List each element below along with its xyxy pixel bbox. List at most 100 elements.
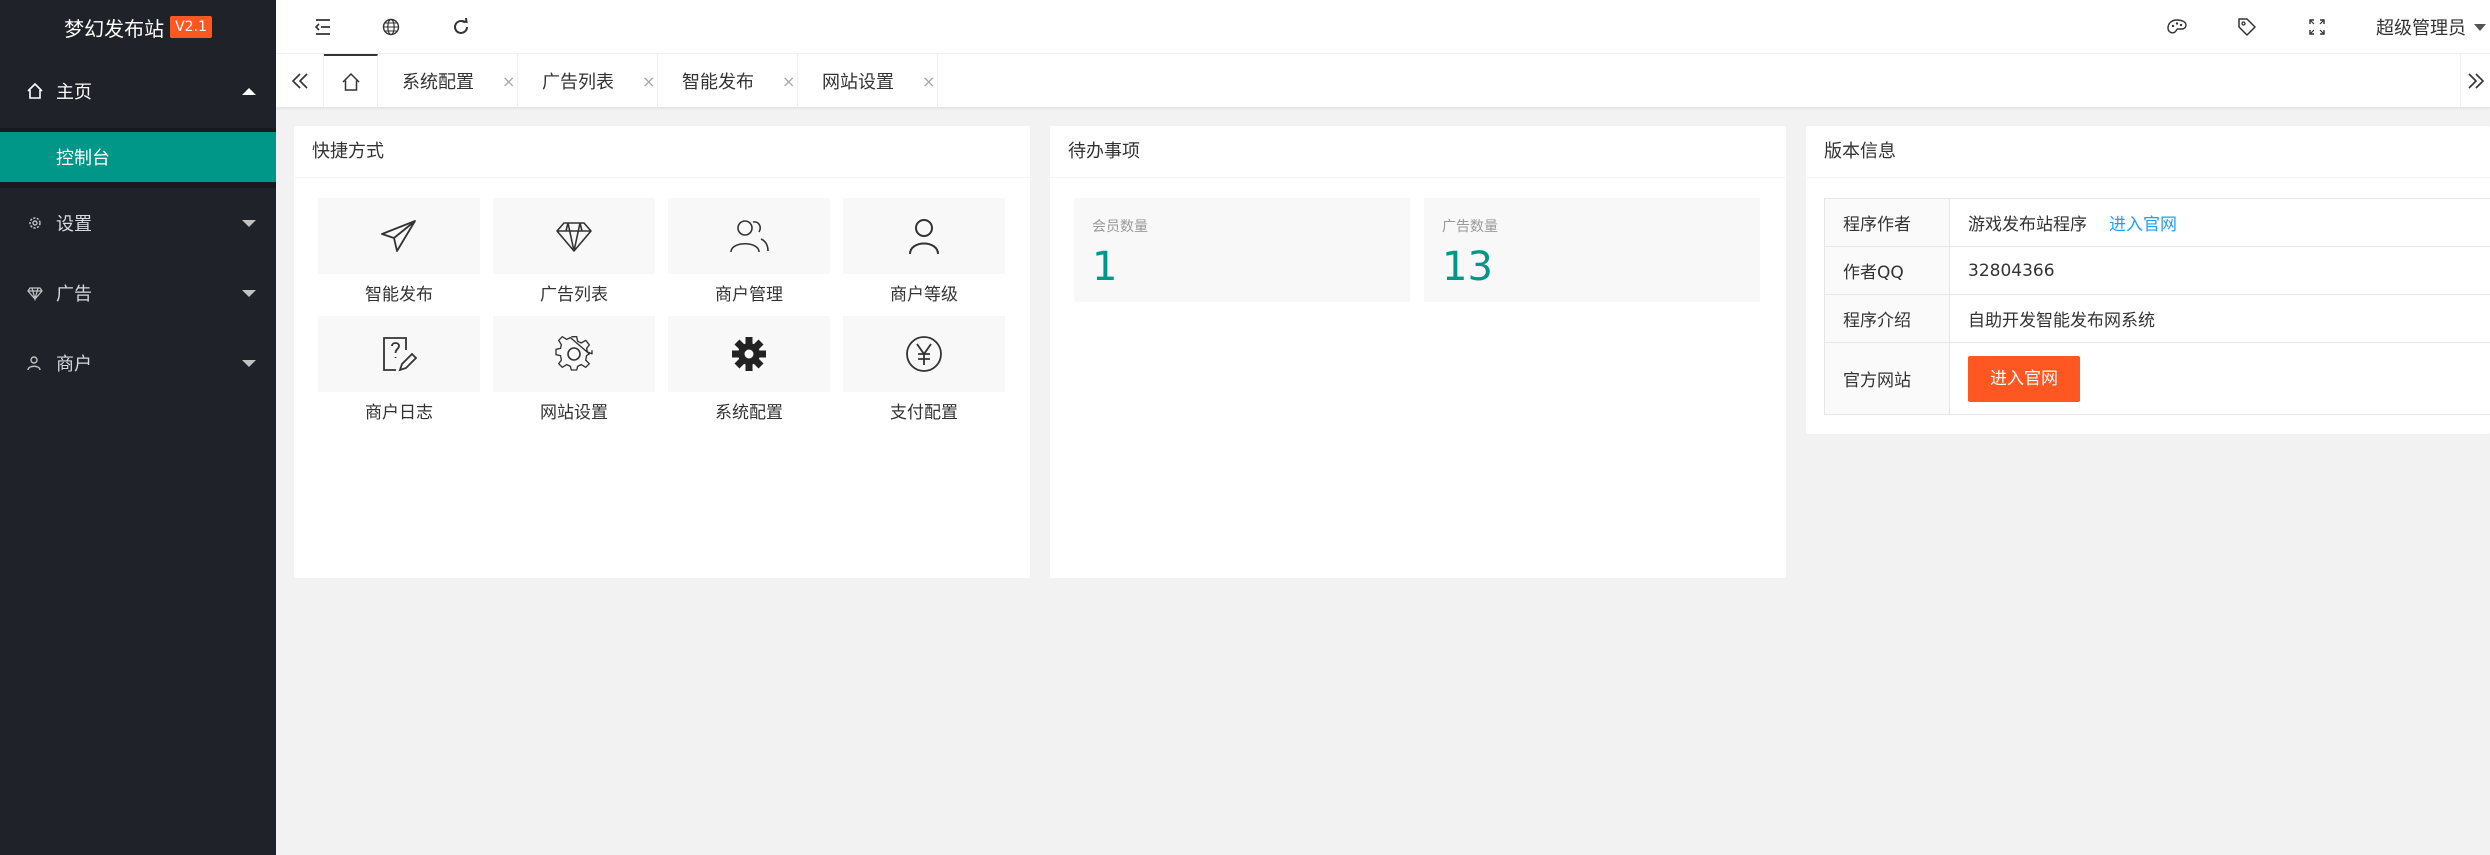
brand-logo[interactable]: 梦幻发布站 V2.1: [0, 0, 276, 54]
sidebar-item-ads[interactable]: 广告: [0, 258, 276, 328]
shortcut-ad-list[interactable]: 广告列表: [493, 198, 655, 305]
close-icon[interactable]: ×: [922, 72, 935, 91]
user-menu[interactable]: 超级管理员: [2376, 0, 2490, 54]
shortcut-site-settings[interactable]: 网站设置: [493, 316, 655, 423]
stat-caption: 广告数量: [1442, 219, 1498, 235]
tab-label: 智能发布: [682, 72, 754, 93]
card-title: 版本信息: [1806, 126, 2490, 178]
chevron-down-icon: [242, 220, 256, 227]
sidebar-item-label: 控制台: [56, 148, 110, 169]
tab-smart-publish[interactable]: 智能发布 ×: [658, 54, 798, 108]
official-site-link[interactable]: 进入官网: [2109, 215, 2177, 235]
shortcut-label: 商户等级: [890, 285, 958, 305]
menu-fold-icon[interactable]: [300, 0, 346, 54]
sidebar-item-label: 设置: [56, 214, 92, 235]
shortcut-label: 商户管理: [715, 285, 783, 305]
shortcut-merchant-manage[interactable]: 商户管理: [668, 198, 830, 305]
row-value: 游戏发布站程序 进入官网: [1949, 198, 2490, 247]
sidebar-item-label: 商户: [56, 354, 92, 375]
close-icon[interactable]: ×: [502, 72, 515, 91]
table-row: 程序作者 游戏发布站程序 进入官网: [1824, 198, 2490, 247]
official-site-button[interactable]: 进入官网: [1968, 355, 2080, 402]
row-value: 32804366: [1949, 246, 2490, 295]
chevron-down-icon: [242, 290, 256, 297]
tab-label: 广告列表: [542, 72, 614, 93]
gear-solid-icon: [732, 337, 766, 371]
close-icon[interactable]: ×: [782, 72, 795, 91]
globe-icon[interactable]: [368, 0, 414, 54]
shortcut-label: 广告列表: [540, 285, 608, 305]
author-name: 游戏发布站程序: [1968, 215, 2087, 235]
stat-value: 13: [1442, 244, 1493, 290]
stat-members[interactable]: 会员数量 1: [1074, 198, 1410, 302]
sidebar-submenu-home: 控制台: [0, 128, 276, 188]
shortcut-payment-config[interactable]: 支付配置: [843, 316, 1005, 423]
home-icon: [24, 80, 46, 102]
tab-bar: 系统配置 × 广告列表 × 智能发布 × 网站设置 ×: [276, 54, 2490, 108]
shortcut-merchant-log[interactable]: 商户日志: [318, 316, 480, 423]
version-info-table: 程序作者 游戏发布站程序 进入官网 作者QQ 32804366 程序介绍 自助开发…: [1824, 198, 2490, 415]
fullscreen-icon[interactable]: [2294, 0, 2340, 54]
sidebar-item-merchants[interactable]: 商户: [0, 328, 276, 398]
sidebar-item-label: 广告: [56, 284, 92, 305]
chevron-down-icon: [2474, 23, 2486, 31]
tab-site-settings[interactable]: 网站设置 ×: [798, 54, 938, 108]
todo-card: 待办事项 会员数量 1 广告数量 13: [1050, 126, 1786, 578]
tabs-scroll-right-icon[interactable]: [2460, 54, 2490, 108]
sidebar-item-home[interactable]: 主页: [0, 54, 276, 128]
top-header: 超级管理员: [276, 0, 2490, 54]
table-row: 官方网站 进入官网: [1824, 342, 2490, 415]
table-row: 作者QQ 32804366: [1824, 246, 2490, 295]
row-key: 作者QQ: [1824, 246, 1950, 295]
sidebar-item-console[interactable]: 控制台: [0, 132, 276, 182]
row-value: 进入官网: [1949, 342, 2490, 415]
yen-icon: [906, 336, 942, 372]
gear-outline-icon: [555, 336, 593, 371]
shortcut-label: 系统配置: [715, 403, 783, 423]
gear-icon: [24, 212, 46, 234]
tab-system-config[interactable]: 系统配置 ×: [378, 54, 518, 108]
shortcut-label: 智能发布: [365, 285, 433, 305]
shortcut-smart-publish[interactable]: 智能发布: [318, 198, 480, 305]
row-value: 自助开发智能发布网系统: [1949, 294, 2490, 343]
shortcut-merchant-level[interactable]: 商户等级: [843, 198, 1005, 305]
row-key: 程序作者: [1824, 198, 1950, 247]
user-icon: [24, 352, 46, 374]
tabs-scroll-left-icon[interactable]: [276, 54, 324, 108]
sidebar-item-label: 主页: [56, 82, 92, 103]
stat-value: 1: [1092, 244, 1118, 290]
tab-label: 系统配置: [402, 72, 474, 93]
home-icon: [341, 72, 360, 91]
users-icon: [730, 220, 769, 253]
row-key: 程序介绍: [1824, 294, 1950, 343]
card-title: 快捷方式: [294, 126, 1030, 178]
refresh-icon[interactable]: [438, 0, 484, 54]
log-edit-icon: [383, 337, 418, 372]
stat-ads[interactable]: 广告数量 13: [1424, 198, 1760, 302]
table-row: 程序介绍 自助开发智能发布网系统: [1824, 294, 2490, 343]
diamond-icon: [24, 282, 46, 304]
diamond-icon: [556, 222, 592, 252]
sidebar-item-settings[interactable]: 设置: [0, 188, 276, 258]
stat-caption: 会员数量: [1092, 219, 1148, 235]
shortcut-label: 支付配置: [890, 403, 958, 423]
version-info-card: 版本信息 程序作者 游戏发布站程序 进入官网 作者QQ 32804366 程序介绍…: [1806, 126, 2490, 434]
tab-ad-list[interactable]: 广告列表 ×: [518, 54, 658, 108]
close-icon[interactable]: ×: [642, 72, 655, 91]
theme-icon[interactable]: [2154, 0, 2200, 54]
version-badge: V2.1: [170, 16, 212, 38]
row-key: 官方网站: [1824, 342, 1950, 415]
shortcut-system-config[interactable]: 系统配置: [668, 316, 830, 423]
shortcut-label: 网站设置: [540, 403, 608, 423]
shortcuts-card: 快捷方式 智能发布 广告列表 商户管理 商户等级 商户日志 网站设置 系统配置: [294, 126, 1030, 578]
user-name: 超级管理员: [2376, 18, 2466, 39]
user-icon: [909, 219, 939, 255]
chevron-down-icon: [242, 360, 256, 367]
tag-icon[interactable]: [2224, 0, 2270, 54]
tab-home[interactable]: [324, 54, 378, 108]
chevron-up-icon: [242, 88, 256, 95]
tab-label: 网站设置: [822, 72, 894, 93]
shortcut-label: 商户日志: [365, 403, 433, 423]
sidebar: 梦幻发布站 V2.1 主页 控制台 设置 广告 商户: [0, 0, 276, 855]
paper-plane-icon: [381, 220, 416, 252]
